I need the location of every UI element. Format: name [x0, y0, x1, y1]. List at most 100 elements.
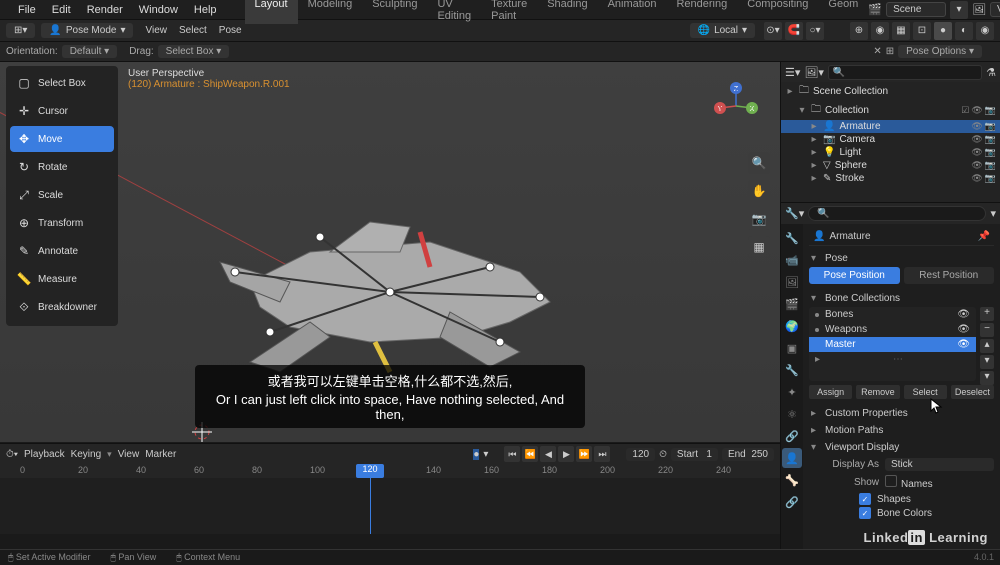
snap-icon[interactable]: 🧲 [785, 22, 803, 40]
prev-keyframe-button[interactable]: ⏪ [522, 446, 538, 462]
timeline-ruler[interactable]: 0 20 40 60 80 100 120 140 160 180 200 22… [0, 464, 780, 478]
bone-collection-weapons[interactable]: Weapons👁 [809, 322, 976, 337]
tab-layout[interactable]: Layout [245, 0, 298, 24]
properties-editor-icon[interactable]: 🔧▾ [785, 207, 804, 220]
timeline-track[interactable]: 0 20 40 60 80 100 120 140 160 180 200 22… [0, 464, 780, 534]
tab-particles[interactable]: ✦ [782, 382, 802, 402]
tab-compositing[interactable]: Compositing [737, 0, 818, 24]
move-up-button[interactable]: ▴ [980, 339, 994, 353]
tab-scene[interactable]: 🎬 [782, 294, 802, 314]
transform-orientation-dropdown[interactable]: 🌐 Local ▾ [690, 23, 755, 38]
scene-browse-icon[interactable]: ▾ [950, 1, 968, 19]
tool-measure[interactable]: 📏Measure [10, 266, 114, 292]
outliner[interactable]: ▸🗀Scene Collection ▾🗀Collection ☑👁📷 ▸👤Ar… [781, 82, 1000, 202]
scene-name-input[interactable] [886, 2, 946, 17]
tab-output[interactable]: 📹 [782, 250, 802, 270]
tool-cursor[interactable]: ✛Cursor [10, 98, 114, 124]
pose-position-button[interactable]: Pose Position [809, 267, 900, 284]
editor-type-dropdown[interactable]: ⊞▾ [6, 23, 35, 38]
pin-icon[interactable]: 📌 [978, 231, 990, 242]
playhead[interactable]: 120 [356, 464, 384, 478]
jump-start-button[interactable]: ⏮ [504, 446, 520, 462]
tab-render[interactable]: 🔧 [782, 228, 802, 248]
play-button[interactable]: ▶ [558, 446, 574, 462]
pose-section-header[interactable]: ▾Pose [809, 250, 994, 267]
tab-shading[interactable]: Shading [537, 0, 597, 24]
select-button[interactable]: Select [904, 385, 947, 399]
filter-icon[interactable]: ⊞ [886, 46, 894, 57]
play-reverse-button[interactable]: ◀ [540, 446, 556, 462]
drag-dropdown[interactable]: Select Box ▾ [158, 45, 230, 58]
frame-range-icon[interactable]: ⏲ [659, 449, 667, 460]
tab-sculpting[interactable]: Sculpting [362, 0, 427, 24]
names-checkbox[interactable] [885, 475, 897, 487]
tab-constraints[interactable]: 🔗 [782, 426, 802, 446]
tool-rotate[interactable]: ↻Rotate [10, 154, 114, 180]
autokey-button[interactable]: ● [473, 449, 479, 460]
overlay-icon[interactable]: ◉ [871, 22, 889, 40]
custom-properties-header[interactable]: ▸Custom Properties [809, 405, 994, 422]
deselect-button[interactable]: Deselect [951, 385, 994, 399]
filter-icon[interactable]: ⚗ [986, 66, 996, 79]
tab-bone[interactable]: 🦴 [782, 470, 802, 490]
menu-help[interactable]: Help [186, 4, 225, 16]
tab-modeling[interactable]: Modeling [298, 0, 363, 24]
rest-position-button[interactable]: Rest Position [904, 267, 995, 284]
timeline-menu-marker[interactable]: Marker [145, 449, 176, 460]
tool-move[interactable]: ✥Move [10, 126, 114, 152]
orientation-dropdown[interactable]: Default ▾ [62, 45, 118, 58]
bone-collections-header[interactable]: ▾Bone Collections [809, 290, 994, 307]
add-bone-collection-button[interactable]: + [980, 307, 994, 321]
xray-icon[interactable]: ▦ [892, 22, 910, 40]
tab-physics[interactable]: ⚛ [782, 404, 802, 424]
bone-collection-expand[interactable]: ▸⋯ [809, 352, 976, 367]
specials-button[interactable]: ▾ [980, 371, 994, 385]
menu-window[interactable]: Window [131, 4, 186, 16]
menu-view[interactable]: View [139, 25, 173, 36]
shading-wireframe-icon[interactable]: ⊡ [913, 22, 931, 40]
perspective-toggle-icon[interactable]: ▦ [748, 236, 770, 258]
next-keyframe-button[interactable]: ⏩ [576, 446, 592, 462]
display-as-dropdown[interactable]: Stick [885, 458, 994, 471]
tab-bone-constraint[interactable]: 🔗 [782, 492, 802, 512]
outliner-search-input[interactable] [828, 65, 982, 80]
remove-bone-collection-button[interactable]: − [980, 323, 994, 337]
timeline-editor-icon[interactable]: ⏱▾ [6, 449, 18, 460]
outliner-camera[interactable]: ▸📷Camera 👁📷 [781, 133, 1000, 146]
zoom-icon[interactable]: 🔍 [748, 152, 770, 174]
tool-transform[interactable]: ⊕Transform [10, 210, 114, 236]
tab-object[interactable]: ▣ [782, 338, 802, 358]
shading-rendered-icon[interactable]: ◉ [976, 22, 994, 40]
jump-end-button[interactable]: ⏭ [594, 446, 610, 462]
menu-file[interactable]: File [10, 4, 44, 16]
tab-uvediting[interactable]: UV Editing [427, 0, 481, 24]
pose-options-dropdown[interactable]: Pose Options ▾ [898, 45, 982, 58]
tab-animation[interactable]: Animation [598, 0, 667, 24]
menu-pose[interactable]: Pose [213, 25, 248, 36]
bone-collection-bones[interactable]: Bones👁 [809, 307, 976, 322]
autokey-mode-button[interactable]: ▾ [483, 449, 488, 460]
viewport-display-header[interactable]: ▾Viewport Display [809, 439, 994, 456]
tool-scale[interactable]: ⤢Scale [10, 182, 114, 208]
viewlayer-input[interactable] [990, 2, 1000, 17]
nav-gizmo[interactable]: Z Y X [708, 78, 764, 134]
snap-toggle-icon[interactable]: ✕ [873, 46, 881, 57]
bone-collection-master[interactable]: Master👁 [809, 337, 976, 352]
camera-view-icon[interactable]: 📷 [748, 208, 770, 230]
bone-colors-checkbox[interactable]: ✓ [859, 507, 871, 519]
assign-button[interactable]: Assign [809, 385, 852, 399]
tab-modifiers[interactable]: 🔧 [782, 360, 802, 380]
current-frame-input[interactable]: 120 [626, 448, 655, 461]
properties-search-input[interactable] [808, 206, 986, 221]
gizmo-visibility-icon[interactable]: ⊕ [850, 22, 868, 40]
menu-render[interactable]: Render [79, 4, 131, 16]
options-icon[interactable]: ▾ [990, 207, 996, 220]
playhead-line[interactable] [370, 478, 371, 534]
move-down-button[interactable]: ▾ [980, 355, 994, 369]
menu-select[interactable]: Select [173, 25, 213, 36]
timeline-menu-view[interactable]: View [118, 449, 140, 460]
end-frame-input[interactable]: End 250 [722, 448, 774, 461]
tab-viewlayer[interactable]: 🖼 [782, 272, 802, 292]
timeline-menu-keying[interactable]: Keying [71, 449, 102, 460]
shading-solid-icon[interactable]: ● [934, 22, 952, 40]
